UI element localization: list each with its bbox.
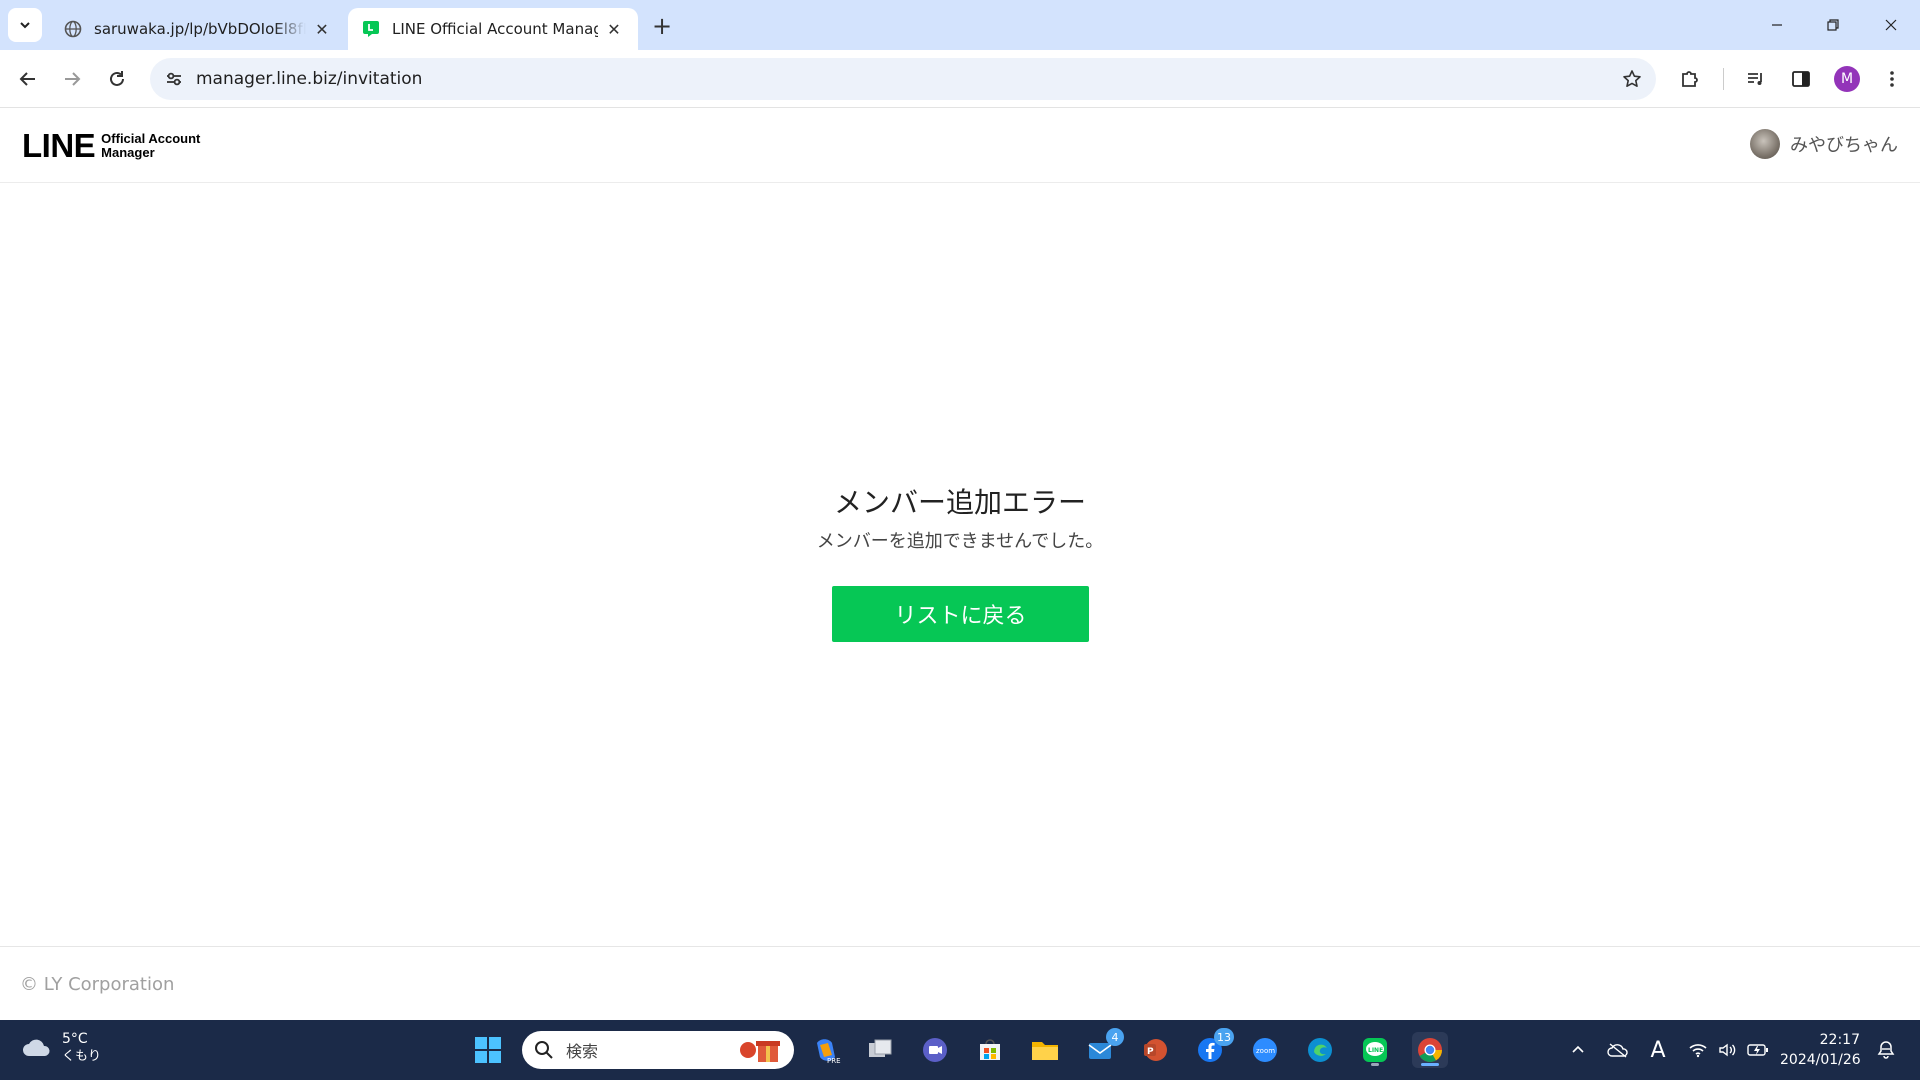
error-title: メンバー追加エラー — [833, 486, 1086, 519]
page-footer: © LY Corporation — [0, 946, 1920, 1020]
minimize-button[interactable] — [1754, 8, 1800, 42]
copilot-taskbar-icon[interactable]: PRE — [808, 1032, 844, 1068]
mail-icon[interactable]: 4 — [1082, 1028, 1124, 1068]
address-bar[interactable]: manager.line.biz/invitation — [150, 58, 1656, 100]
back-button[interactable] — [12, 63, 44, 95]
close-window-button[interactable] — [1868, 8, 1914, 42]
battery-icon[interactable] — [1746, 1038, 1770, 1062]
line-oam-logo[interactable]: LINE Official Account Manager — [22, 129, 200, 162]
file-explorer-icon[interactable] — [1027, 1032, 1063, 1068]
app-header: LINE Official Account Manager みやびちゃん — [0, 109, 1920, 183]
restore-button[interactable] — [1810, 8, 1856, 42]
weather-temp: 5°C — [62, 1031, 88, 1047]
tab-search-button[interactable] — [8, 8, 42, 42]
reload-button[interactable] — [101, 63, 133, 95]
toolbar-divider — [1723, 68, 1724, 90]
facebook-icon[interactable]: 13 — [1192, 1028, 1234, 1068]
chevron-down-icon — [20, 22, 30, 29]
tab-close-icon[interactable]: ✕ — [312, 19, 332, 39]
main-content: メンバー追加エラー メンバーを追加できませんでした。 リストに戻る — [0, 183, 1920, 946]
running-indicator — [1371, 1063, 1379, 1066]
cloud-icon — [23, 1039, 50, 1056]
restore-icon — [1827, 19, 1839, 31]
extensions-button[interactable] — [1674, 63, 1706, 95]
search-placeholder: 検索 — [566, 1042, 599, 1061]
arrow-right-icon — [65, 72, 81, 86]
site-settings-icon[interactable] — [162, 67, 186, 91]
browser-toolbar: manager.line.biz/invitation M — [0, 50, 1920, 108]
reload-icon — [110, 71, 124, 86]
active-indicator — [1421, 1063, 1439, 1066]
search-icon — [535, 1041, 553, 1059]
profile-avatar[interactable]: M — [1834, 66, 1860, 92]
start-button[interactable] — [470, 1032, 506, 1068]
back-to-list-button[interactable]: リストに戻る — [832, 586, 1089, 642]
notification-bell-icon[interactable] — [1874, 1038, 1898, 1062]
tab-title: saruwaka.jp/lp/bVbDOIoEl8fBs[ — [94, 20, 306, 38]
globe-icon — [64, 20, 82, 38]
side-panel-icon — [1792, 71, 1810, 87]
logo-line-text: LINE — [22, 127, 96, 164]
error-message: メンバーを追加できませんでした。 — [816, 531, 1104, 552]
music-queue-icon — [1748, 73, 1762, 85]
mail-badge: 4 — [1106, 1028, 1124, 1046]
forward-button[interactable] — [56, 63, 88, 95]
media-controls-button[interactable] — [1740, 63, 1772, 95]
logo-subtitle: Official Account Manager — [101, 130, 201, 160]
svg-text:LINE: LINE — [1368, 1047, 1383, 1054]
logo-subtitle-line1: Official Account — [101, 130, 201, 146]
svg-text:zoom: zoom — [1256, 1047, 1275, 1055]
user-name: みやびちゃん — [1790, 135, 1898, 156]
wifi-icon[interactable] — [1686, 1038, 1710, 1062]
tray-overflow-chevron-icon[interactable] — [1566, 1038, 1590, 1062]
system-clock[interactable]: 22:17 2024/01/26 — [1780, 1030, 1861, 1070]
logo-subtitle-line2: Manager — [101, 144, 155, 160]
ime-mode-icon[interactable]: A — [1646, 1038, 1670, 1063]
volume-icon[interactable] — [1716, 1038, 1740, 1062]
puzzle-icon — [1682, 71, 1698, 87]
url-text[interactable]: manager.line.biz/invitation — [196, 58, 422, 100]
new-tab-button[interactable]: + — [648, 12, 676, 40]
edge-icon[interactable] — [1302, 1032, 1338, 1068]
teams-chat-icon[interactable] — [917, 1032, 953, 1068]
tab-line-manager[interactable]: LINE Official Account Manager ✕ — [348, 8, 638, 50]
browser-tabstrip: saruwaka.jp/lp/bVbDOIoEl8fBs[ ✕ LINE Off… — [0, 0, 1920, 50]
tab-close-icon[interactable]: ✕ — [604, 19, 624, 39]
weather-widget[interactable]: 5°C くもり — [20, 1030, 101, 1066]
facebook-badge: 13 — [1214, 1028, 1234, 1046]
side-panel-button[interactable] — [1785, 63, 1817, 95]
tab-saruwaka[interactable]: saruwaka.jp/lp/bVbDOIoEl8fBs[ ✕ — [50, 8, 346, 50]
zoom-icon[interactable]: zoom — [1247, 1032, 1283, 1068]
copyright-text: © LY Corporation — [20, 974, 175, 995]
arrow-left-icon — [19, 72, 35, 86]
tab-title: LINE Official Account Manager — [392, 20, 598, 38]
close-icon — [1885, 19, 1897, 31]
svg-text:P: P — [1147, 1047, 1154, 1057]
bookmark-star-icon[interactable] — [1620, 67, 1644, 91]
line-app-icon[interactable]: LINE — [1357, 1032, 1393, 1068]
kebab-menu-icon — [1890, 71, 1894, 87]
minimize-icon — [1772, 24, 1782, 26]
user-menu[interactable]: みやびちゃん — [1750, 129, 1898, 159]
gift-icon — [740, 1041, 780, 1062]
clock-date: 2024/01/26 — [1780, 1052, 1861, 1068]
task-view-icon[interactable] — [862, 1032, 898, 1068]
browser-menu-button[interactable] — [1876, 63, 1908, 95]
line-favicon-icon — [362, 20, 380, 38]
taskbar-search[interactable]: 検索 — [522, 1031, 794, 1069]
chrome-icon[interactable] — [1412, 1032, 1448, 1068]
powerpoint-icon[interactable]: P — [1137, 1032, 1173, 1068]
windows-logo-icon — [475, 1037, 501, 1063]
onedrive-offline-icon[interactable] — [1606, 1038, 1630, 1062]
user-avatar — [1750, 129, 1780, 159]
clock-time: 22:17 — [1819, 1032, 1860, 1048]
weather-condition: くもり — [62, 1049, 102, 1064]
svg-text:PRE: PRE — [827, 1057, 841, 1065]
microsoft-store-icon[interactable] — [972, 1032, 1008, 1068]
windows-taskbar: 5°C くもり 検索 PRE 4 P 13 zoom LINE A 22:17 … — [0, 1020, 1920, 1080]
